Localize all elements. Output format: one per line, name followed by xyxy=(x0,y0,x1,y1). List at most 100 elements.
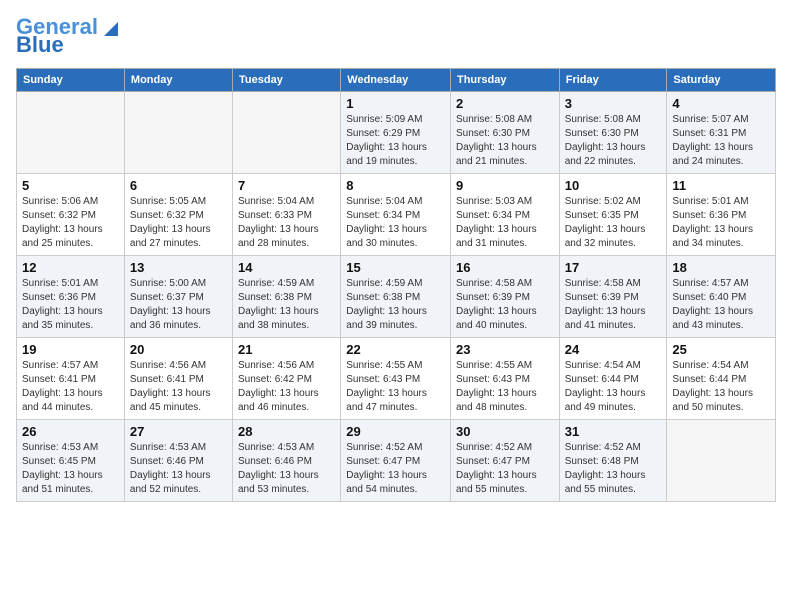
calendar-day-cell: 28 Sunrise: 4:53 AM Sunset: 6:46 PM Dayli… xyxy=(233,420,341,502)
day-info: Sunrise: 4:59 AM Sunset: 6:38 PM Dayligh… xyxy=(238,277,335,333)
day-info: Sunrise: 4:55 AM Sunset: 6:43 PM Dayligh… xyxy=(456,359,554,415)
calendar-day-cell: 24Sunrise: 4:54 AM Sunset: 6:44 PM Dayli… xyxy=(559,338,667,420)
day-info: Sunrise: 5:09 AM Sunset: 6:29 PM Dayligh… xyxy=(346,113,445,169)
weekday-header: Saturday xyxy=(667,69,776,92)
calendar-week-row: 12 Sunrise: 5:01 AM Sunset: 6:36 PM Dayli… xyxy=(17,256,776,338)
day-info: Sunrise: 5:02 AM Sunset: 6:35 PM Dayligh… xyxy=(565,195,662,251)
day-number: 31 xyxy=(565,424,662,439)
day-number: 12 xyxy=(22,260,119,275)
calendar-day-cell: 1 Sunrise: 5:09 AM Sunset: 6:29 PM Daylig… xyxy=(341,92,451,174)
day-info: Sunrise: 5:01 AM Sunset: 6:36 PM Dayligh… xyxy=(672,195,770,251)
day-info: Sunrise: 4:58 AM Sunset: 6:39 PM Dayligh… xyxy=(565,277,662,333)
day-number: 22 xyxy=(346,342,445,357)
calendar-table: SundayMondayTuesdayWednesdayThursdayFrid… xyxy=(16,68,776,502)
day-number: 25 xyxy=(672,342,770,357)
day-info: Sunrise: 4:57 AM Sunset: 6:41 PM Dayligh… xyxy=(22,359,119,415)
weekday-header: Thursday xyxy=(450,69,559,92)
day-number: 9 xyxy=(456,178,554,193)
calendar-day-cell xyxy=(17,92,125,174)
day-info: Sunrise: 5:03 AM Sunset: 6:34 PM Dayligh… xyxy=(456,195,554,251)
day-number: 10 xyxy=(565,178,662,193)
day-info: Sunrise: 4:52 AM Sunset: 6:48 PM Dayligh… xyxy=(565,441,662,497)
day-number: 8 xyxy=(346,178,445,193)
day-info: Sunrise: 5:07 AM Sunset: 6:31 PM Dayligh… xyxy=(672,113,770,169)
day-number: 11 xyxy=(672,178,770,193)
logo-icon xyxy=(100,16,122,38)
day-number: 3 xyxy=(565,96,662,111)
calendar-day-cell: 11 Sunrise: 5:01 AM Sunset: 6:36 PM Dayli… xyxy=(667,174,776,256)
calendar-day-cell: 4 Sunrise: 5:07 AM Sunset: 6:31 PM Daylig… xyxy=(667,92,776,174)
day-number: 6 xyxy=(130,178,227,193)
day-info: Sunrise: 4:52 AM Sunset: 6:47 PM Dayligh… xyxy=(456,441,554,497)
weekday-header: Wednesday xyxy=(341,69,451,92)
day-info: Sunrise: 5:08 AM Sunset: 6:30 PM Dayligh… xyxy=(456,113,554,169)
calendar-day-cell: 8 Sunrise: 5:04 AM Sunset: 6:34 PM Daylig… xyxy=(341,174,451,256)
day-info: Sunrise: 4:58 AM Sunset: 6:39 PM Dayligh… xyxy=(456,277,554,333)
logo-blue: Blue xyxy=(16,34,64,56)
day-number: 28 xyxy=(238,424,335,439)
weekday-header: Monday xyxy=(124,69,232,92)
day-info: Sunrise: 4:54 AM Sunset: 6:44 PM Dayligh… xyxy=(565,359,662,415)
calendar-day-cell: 29 Sunrise: 4:52 AM Sunset: 6:47 PM Dayli… xyxy=(341,420,451,502)
day-number: 15 xyxy=(346,260,445,275)
day-number: 21 xyxy=(238,342,335,357)
calendar-week-row: 1 Sunrise: 5:09 AM Sunset: 6:29 PM Daylig… xyxy=(17,92,776,174)
day-info: Sunrise: 5:04 AM Sunset: 6:34 PM Dayligh… xyxy=(346,195,445,251)
day-number: 29 xyxy=(346,424,445,439)
day-info: Sunrise: 4:57 AM Sunset: 6:40 PM Dayligh… xyxy=(672,277,770,333)
calendar-day-cell: 30 Sunrise: 4:52 AM Sunset: 6:47 PM Dayli… xyxy=(450,420,559,502)
calendar-week-row: 19Sunrise: 4:57 AM Sunset: 6:41 PM Dayli… xyxy=(17,338,776,420)
page-header: General Blue xyxy=(16,16,776,56)
day-info: Sunrise: 5:01 AM Sunset: 6:36 PM Dayligh… xyxy=(22,277,119,333)
calendar-day-cell: 6 Sunrise: 5:05 AM Sunset: 6:32 PM Daylig… xyxy=(124,174,232,256)
calendar-day-cell: 18 Sunrise: 4:57 AM Sunset: 6:40 PM Dayli… xyxy=(667,256,776,338)
day-number: 26 xyxy=(22,424,119,439)
day-number: 18 xyxy=(672,260,770,275)
calendar-day-cell: 25 Sunrise: 4:54 AM Sunset: 6:44 PM Dayli… xyxy=(667,338,776,420)
day-info: Sunrise: 4:54 AM Sunset: 6:44 PM Dayligh… xyxy=(672,359,770,415)
calendar-day-cell: 22Sunrise: 4:55 AM Sunset: 6:43 PM Dayli… xyxy=(341,338,451,420)
day-info: Sunrise: 4:52 AM Sunset: 6:47 PM Dayligh… xyxy=(346,441,445,497)
day-number: 30 xyxy=(456,424,554,439)
day-info: Sunrise: 5:05 AM Sunset: 6:32 PM Dayligh… xyxy=(130,195,227,251)
calendar-day-cell xyxy=(124,92,232,174)
day-number: 20 xyxy=(130,342,227,357)
day-info: Sunrise: 4:53 AM Sunset: 6:46 PM Dayligh… xyxy=(238,441,335,497)
day-info: Sunrise: 5:08 AM Sunset: 6:30 PM Dayligh… xyxy=(565,113,662,169)
weekday-header: Friday xyxy=(559,69,667,92)
calendar-day-cell: 10 Sunrise: 5:02 AM Sunset: 6:35 PM Dayli… xyxy=(559,174,667,256)
calendar-day-cell: 20 Sunrise: 4:56 AM Sunset: 6:41 PM Dayli… xyxy=(124,338,232,420)
day-info: Sunrise: 4:53 AM Sunset: 6:45 PM Dayligh… xyxy=(22,441,119,497)
calendar-day-cell: 31 Sunrise: 4:52 AM Sunset: 6:48 PM Dayli… xyxy=(559,420,667,502)
day-info: Sunrise: 5:00 AM Sunset: 6:37 PM Dayligh… xyxy=(130,277,227,333)
day-number: 5 xyxy=(22,178,119,193)
day-number: 2 xyxy=(456,96,554,111)
calendar-week-row: 26 Sunrise: 4:53 AM Sunset: 6:45 PM Dayli… xyxy=(17,420,776,502)
day-number: 14 xyxy=(238,260,335,275)
calendar-day-cell: 16 Sunrise: 4:58 AM Sunset: 6:39 PM Dayli… xyxy=(450,256,559,338)
day-number: 4 xyxy=(672,96,770,111)
day-info: Sunrise: 4:56 AM Sunset: 6:42 PM Dayligh… xyxy=(238,359,335,415)
day-number: 17 xyxy=(565,260,662,275)
weekday-header: Tuesday xyxy=(233,69,341,92)
day-info: Sunrise: 5:04 AM Sunset: 6:33 PM Dayligh… xyxy=(238,195,335,251)
calendar-day-cell: 19Sunrise: 4:57 AM Sunset: 6:41 PM Dayli… xyxy=(17,338,125,420)
calendar-day-cell: 7 Sunrise: 5:04 AM Sunset: 6:33 PM Daylig… xyxy=(233,174,341,256)
day-number: 16 xyxy=(456,260,554,275)
day-info: Sunrise: 4:56 AM Sunset: 6:41 PM Dayligh… xyxy=(130,359,227,415)
calendar-week-row: 5 Sunrise: 5:06 AM Sunset: 6:32 PM Daylig… xyxy=(17,174,776,256)
calendar-header-row: SundayMondayTuesdayWednesdayThursdayFrid… xyxy=(17,69,776,92)
day-info: Sunrise: 4:59 AM Sunset: 6:38 PM Dayligh… xyxy=(346,277,445,333)
day-number: 1 xyxy=(346,96,445,111)
calendar-day-cell xyxy=(667,420,776,502)
day-info: Sunrise: 4:53 AM Sunset: 6:46 PM Dayligh… xyxy=(130,441,227,497)
logo: General Blue xyxy=(16,16,122,56)
calendar-day-cell: 26 Sunrise: 4:53 AM Sunset: 6:45 PM Dayli… xyxy=(17,420,125,502)
day-number: 27 xyxy=(130,424,227,439)
day-number: 13 xyxy=(130,260,227,275)
calendar-day-cell: 12 Sunrise: 5:01 AM Sunset: 6:36 PM Dayli… xyxy=(17,256,125,338)
calendar-day-cell: 3 Sunrise: 5:08 AM Sunset: 6:30 PM Daylig… xyxy=(559,92,667,174)
calendar-day-cell xyxy=(233,92,341,174)
day-info: Sunrise: 5:06 AM Sunset: 6:32 PM Dayligh… xyxy=(22,195,119,251)
day-number: 7 xyxy=(238,178,335,193)
